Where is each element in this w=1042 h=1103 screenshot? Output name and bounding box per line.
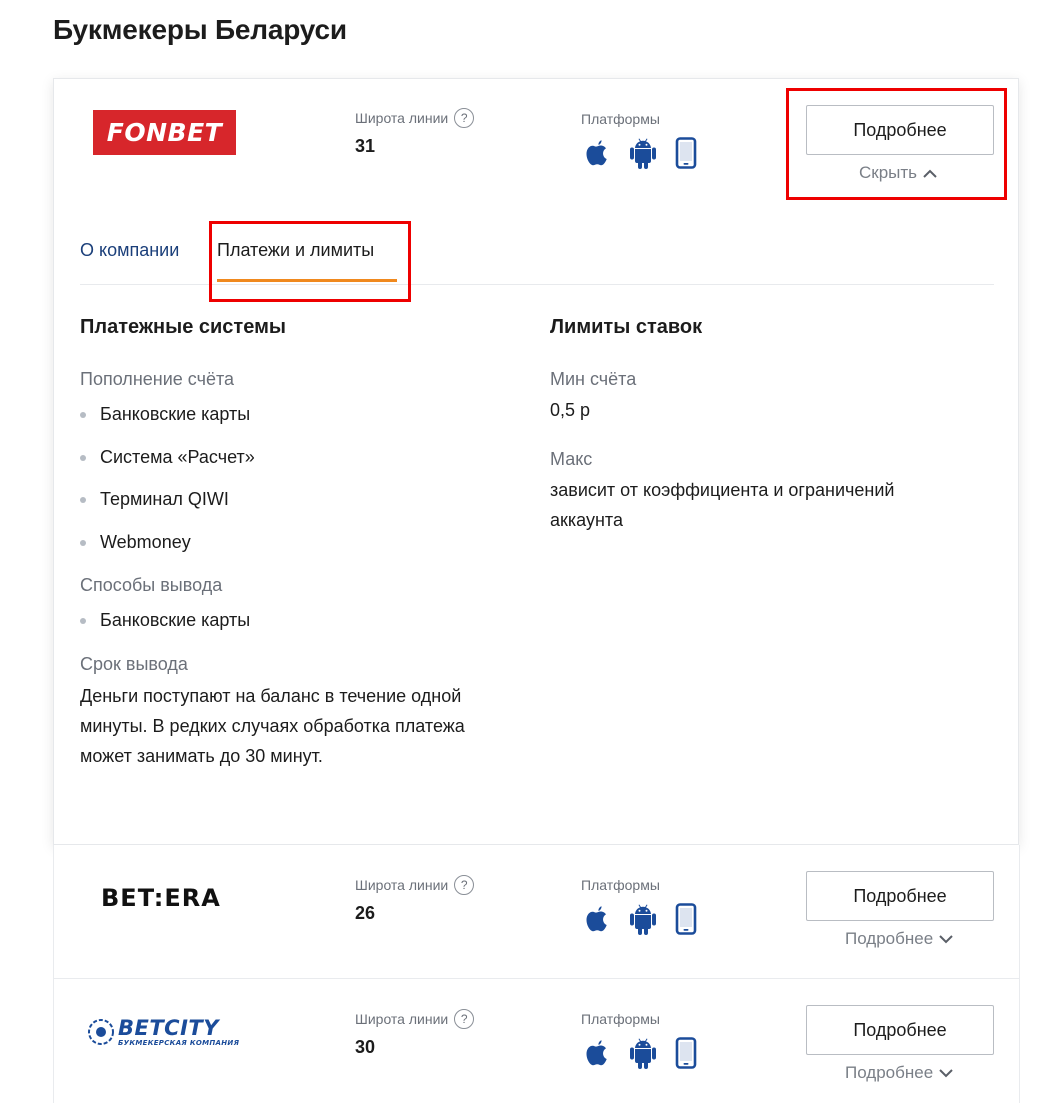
line-width-value: 30 — [355, 1037, 376, 1057]
deposit-methods-list: Банковские карты Система «Расчет» Термин… — [80, 403, 530, 573]
line-width-stat: Широта линии ? 26 — [355, 875, 475, 924]
platforms-label: Платформы — [581, 877, 660, 893]
withdraw-time-text: Деньги поступают на баланс в течение одн… — [80, 681, 530, 771]
details-button[interactable]: Подробнее — [806, 105, 994, 155]
apple-icon — [586, 1040, 607, 1066]
withdraw-time-line: может занимать до 30 минут. — [80, 745, 323, 766]
hide-toggle[interactable]: Скрыть — [859, 163, 937, 183]
line-width-label: Широта линии — [355, 110, 449, 126]
withdraw-time-line: минуты. В редких случаях обработка плате… — [80, 715, 465, 736]
platforms-label: Платформы — [581, 1011, 660, 1027]
bookmaker-card-betera: BET:ERA Широта линии ? 26 Платформы Подр… — [53, 845, 1020, 979]
mobile-icon — [675, 1037, 697, 1069]
expand-toggle-label: Подробнее — [845, 1063, 934, 1082]
tabs-bar: О компании Платежи и лимиты — [80, 229, 994, 285]
payments-section: Платежные системы Пополнение счёта Банко… — [80, 316, 530, 771]
max-label: Макс — [550, 449, 593, 469]
bookmaker-card-fonbet: FONBET Широта линии ? 31 Платформы Подро… — [53, 78, 1019, 845]
line-width-value: 26 — [355, 903, 376, 923]
max-value-line: зависит от коэффициента и ограничений — [550, 480, 895, 500]
betcity-ball-icon — [88, 1019, 114, 1045]
line-width-value: 31 — [355, 136, 376, 156]
question-icon[interactable]: ? — [454, 875, 475, 895]
android-icon — [630, 904, 656, 935]
list-item: Банковские карты — [80, 403, 530, 446]
platforms-stat: Платформы — [581, 877, 697, 935]
limits-section: Лимиты ставок Мин счёта 0,5 р Макс завис… — [550, 316, 990, 535]
betcity-logo-tagline: БУКМЕКЕРСКАЯ КОМПАНИЯ — [118, 1039, 240, 1047]
max-value-line: аккаунта — [550, 510, 623, 530]
fonbet-logo[interactable]: FONBET — [93, 110, 236, 155]
active-tab-indicator — [217, 279, 397, 282]
platforms-label: Платформы — [581, 111, 660, 127]
tab-payments-limits[interactable]: Платежи и лимиты — [217, 240, 374, 261]
details-button[interactable]: Подробнее — [806, 1005, 994, 1055]
line-width-label: Широта линии — [355, 877, 449, 893]
withdraw-methods-list: Банковские карты — [80, 609, 530, 652]
max-value: зависит от коэффициента и ограничений ак… — [550, 475, 990, 535]
fonbet-logo-text: FONBET — [106, 118, 223, 147]
platforms-stat: Платформы — [581, 111, 697, 169]
question-icon[interactable]: ? — [454, 1009, 475, 1029]
tab-about-company[interactable]: О компании — [80, 240, 179, 261]
hide-toggle-label: Скрыть — [859, 163, 918, 182]
payments-title: Платежные системы — [80, 316, 286, 338]
list-item: Система «Расчет» — [80, 446, 530, 489]
line-width-stat: Широта линии ? 30 — [355, 1009, 475, 1058]
chevron-down-icon — [939, 1068, 953, 1077]
android-icon — [630, 138, 656, 169]
betera-logo[interactable]: BET:ERA — [101, 884, 221, 912]
limits-title: Лимиты ставок — [550, 316, 703, 338]
apple-icon — [586, 906, 607, 932]
page-title: Букмекеры Беларуси — [53, 14, 347, 45]
platforms-stat: Платформы — [581, 1011, 697, 1069]
list-item: Банковские карты — [80, 609, 530, 652]
bookmaker-card-betcity: BETCITY БУКМЕКЕРСКАЯ КОМПАНИЯ Широта лин… — [53, 979, 1020, 1103]
betcity-logo[interactable]: BETCITY БУКМЕКЕРСКАЯ КОМПАНИЯ — [87, 1017, 239, 1047]
betcity-logo-text: BETCITY — [118, 1016, 219, 1040]
min-value: 0,5 р — [550, 400, 591, 420]
mobile-icon — [675, 903, 697, 935]
expand-toggle-label: Подробнее — [845, 929, 934, 948]
expand-toggle[interactable]: Подробнее — [845, 929, 953, 949]
withdraw-label: Способы вывода — [80, 575, 223, 595]
withdraw-time-line: Деньги поступают на баланс в течение одн… — [80, 685, 462, 706]
apple-icon — [586, 140, 607, 166]
mobile-icon — [675, 137, 697, 169]
list-item: Терминал QIWI — [80, 488, 530, 531]
details-button[interactable]: Подробнее — [806, 871, 994, 921]
question-icon[interactable]: ? — [454, 108, 475, 128]
line-width-stat: Широта линии ? 31 — [355, 108, 475, 157]
deposit-label: Пополнение счёта — [80, 369, 235, 389]
chevron-down-icon — [939, 934, 953, 943]
min-label: Мин счёта — [550, 369, 637, 389]
expand-toggle[interactable]: Подробнее — [845, 1063, 953, 1083]
android-icon — [630, 1038, 656, 1069]
list-item: Webmoney — [80, 531, 530, 574]
chevron-up-icon — [923, 169, 937, 178]
withdraw-time-label: Срок вывода — [80, 653, 188, 674]
line-width-label: Широта линии — [355, 1011, 449, 1027]
